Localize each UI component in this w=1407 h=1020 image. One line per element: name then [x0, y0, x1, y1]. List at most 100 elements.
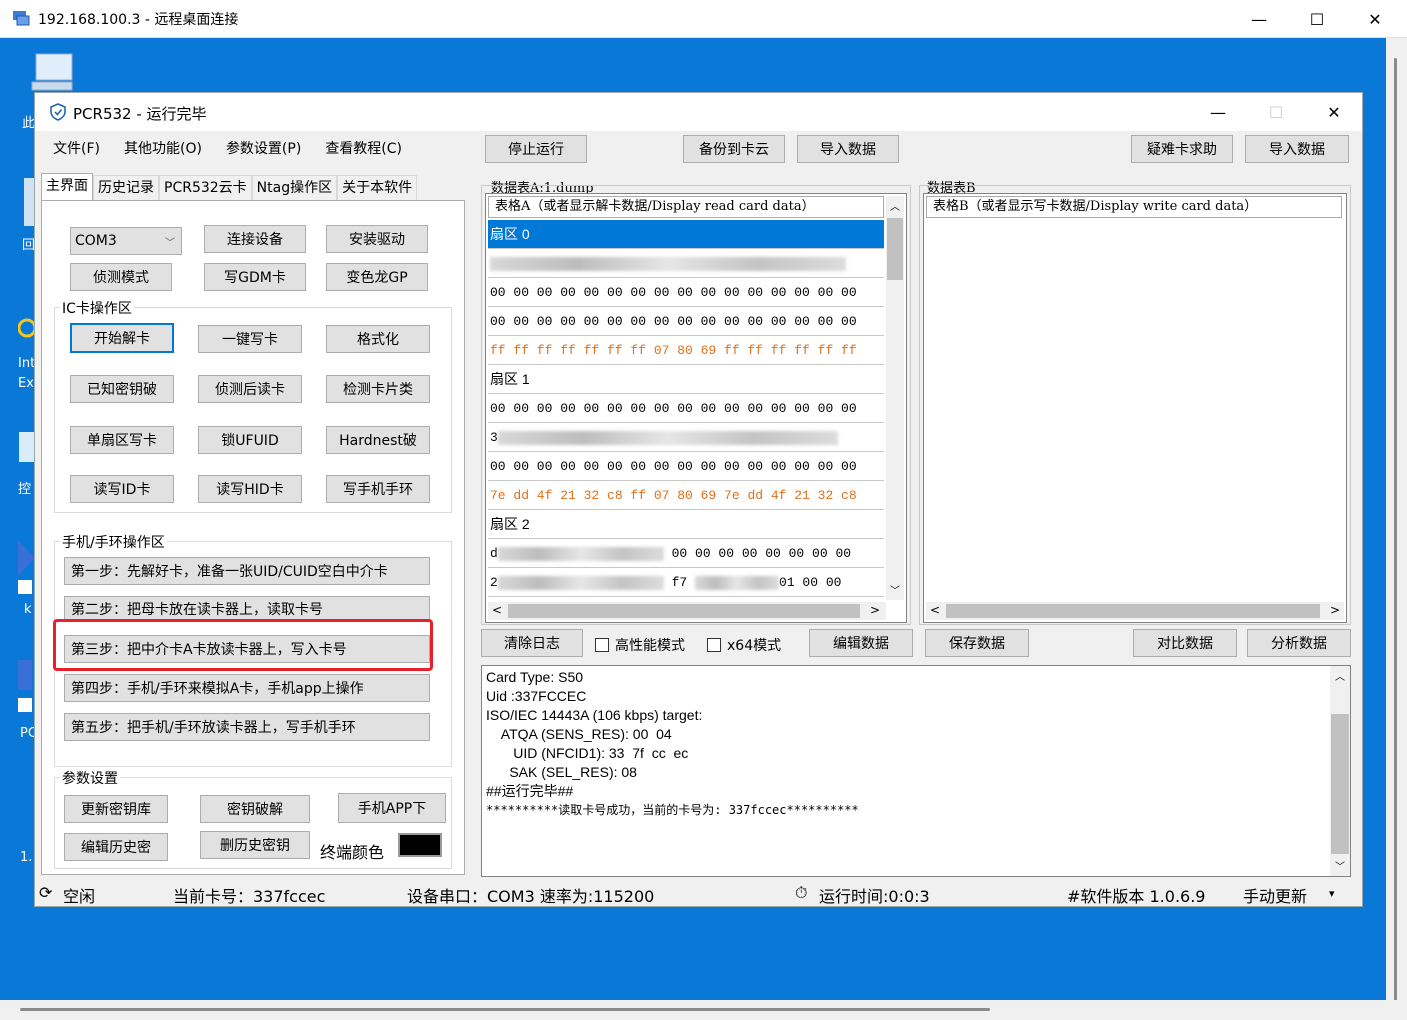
manual-update-button[interactable]: 手动更新: [1243, 883, 1307, 907]
terminal-color-swatch[interactable]: [398, 833, 442, 857]
rdp-vertical-scrollbar[interactable]: [1386, 38, 1407, 1020]
start-decode-button[interactable]: 开始解卡: [70, 323, 174, 353]
table-a-row[interactable]: 3: [488, 423, 884, 452]
table-a-row[interactable]: 扇区 0: [488, 220, 884, 249]
tab-pcr532-cloud[interactable]: PCR532云卡: [159, 175, 252, 201]
table-a-row[interactable]: 2 f7 01 00 00: [488, 568, 884, 597]
table-a-row[interactable]: 扇区 1: [488, 365, 884, 394]
difficult-card-help-button[interactable]: 疑难卡求助: [1131, 135, 1233, 163]
detect-mode-button[interactable]: 侦测模式: [70, 263, 172, 291]
log-line: Uid :337FCCEC: [486, 688, 587, 704]
edit-data-button[interactable]: 编辑数据: [809, 629, 913, 657]
desktop-icon-label[interactable]: Int: [18, 356, 35, 371]
log-output[interactable]: Card Type: S50 Uid :337FCCEC ISO/IEC 144…: [481, 665, 1351, 877]
edit-history-keys-button[interactable]: 编辑历史密: [64, 833, 168, 861]
one-click-write-button[interactable]: 一键写卡: [198, 325, 302, 353]
main-tabs: 主界面 历史记录 PCR532云卡 Ntag操作区 关于本软件: [41, 173, 418, 201]
menu-view-tutorial[interactable]: 查看教程(C): [313, 131, 414, 167]
checkbox-box[interactable]: [595, 638, 609, 652]
save-data-button[interactable]: 保存数据: [925, 629, 1029, 657]
table-a[interactable]: 表格A（或者显示解卡数据/Display read card data） 扇区 …: [485, 193, 907, 623]
install-driver-button[interactable]: 安装驱动: [326, 225, 428, 253]
connect-device-button[interactable]: 连接设备: [204, 225, 306, 253]
tab-ntag[interactable]: Ntag操作区: [251, 175, 338, 201]
desktop-icon-label[interactable]: 控: [18, 478, 31, 497]
table-b-horizontal-scrollbar[interactable]: < >: [926, 602, 1344, 620]
tab-about[interactable]: 关于本软件: [337, 175, 418, 201]
desktop-icon-label[interactable]: Ex: [18, 376, 34, 391]
high-performance-checkbox[interactable]: 高性能模式: [595, 635, 685, 655]
rdp-minimize-button[interactable]: —: [1230, 0, 1288, 38]
terminal-color-label: 终端颜色: [320, 843, 385, 862]
rdp-horizontal-scrollbar[interactable]: [0, 1000, 1407, 1020]
backup-to-cloud-button[interactable]: 备份到卡云: [683, 135, 785, 163]
desktop-icon-label[interactable]: 1.: [20, 850, 32, 865]
step-5-button[interactable]: 第五步：把手机/手环放读卡器上，写手机手环: [64, 713, 430, 741]
stopwatch-icon: ⏱: [795, 883, 808, 902]
menu-parameter-settings[interactable]: 参数设置(P): [214, 131, 313, 167]
compare-data-button[interactable]: 对比数据: [1133, 629, 1237, 657]
pc-shortcut-icon[interactable]: [16, 658, 36, 718]
status-runtime: 运行时间:0:0:3: [819, 887, 930, 906]
write-gdm-card-button[interactable]: 写GDM卡: [204, 263, 306, 291]
rdp-window-title: 192.168.100.3 - 远程桌面连接: [38, 12, 239, 28]
step-1-button[interactable]: 第一步：先解好卡，准备一张UID/CUID空白中介卡: [64, 557, 430, 585]
table-a-row[interactable]: [488, 249, 884, 278]
chameleon-gp-button[interactable]: 变色龙GP: [326, 263, 428, 291]
table-a-row[interactable]: 00 00 00 00 00 00 00 00 00 00 00 00 00 0…: [488, 307, 884, 336]
app-maximize-button[interactable]: ☐: [1247, 93, 1305, 131]
com-port-select[interactable]: COM3 ﹀: [70, 227, 182, 255]
computer-icon[interactable]: [30, 50, 76, 94]
x64-mode-checkbox[interactable]: x64模式: [707, 635, 781, 655]
rdp-titlebar: 192.168.100.3 - 远程桌面连接 — ☐ ✕: [0, 0, 1407, 38]
read-write-hid-card-button[interactable]: 读写HID卡: [198, 475, 302, 503]
table-a-row[interactable]: 7e dd 4f 21 32 c8 ff 07 80 69 7e dd 4f 2…: [488, 481, 884, 510]
rdp-maximize-button[interactable]: ☐: [1288, 0, 1346, 38]
tab-history[interactable]: 历史记录: [93, 175, 159, 201]
rdp-close-button[interactable]: ✕: [1346, 0, 1404, 38]
main-tab-panel: COM3 ﹀ 连接设备 安装驱动 侦测模式 写GDM卡 变色龙GP IC卡操作区…: [41, 200, 465, 875]
write-phone-bracelet-button[interactable]: 写手机手环: [326, 475, 430, 503]
step-2-button[interactable]: 第二步：把母卡放在读卡器上，读取卡号: [64, 596, 430, 620]
table-b[interactable]: 表格B（或者显示写卡数据/Display write card data） < …: [923, 193, 1347, 623]
table-a-row[interactable]: 扇区 2: [488, 510, 884, 539]
read-write-id-card-button[interactable]: 读写ID卡: [70, 475, 174, 503]
app-shortcut-icon[interactable]: [16, 538, 36, 598]
table-a-row[interactable]: 00 00 00 00 00 00 00 00 00 00 00 00 00 0…: [488, 452, 884, 481]
tab-main[interactable]: 主界面: [41, 173, 93, 201]
lock-ufuid-button[interactable]: 锁UFUID: [198, 426, 302, 454]
detect-card-type-button[interactable]: 检测卡片类: [326, 375, 430, 403]
table-a-row[interactable]: 00 00 00 00 00 00 00 00 00 00 00 00 00 0…: [488, 394, 884, 423]
single-sector-write-button[interactable]: 单扇区写卡: [70, 426, 174, 454]
phone-app-download-button[interactable]: 手机APP下: [338, 793, 446, 823]
checkbox-box[interactable]: [707, 638, 721, 652]
key-crack-button[interactable]: 密钥破解: [200, 795, 310, 823]
table-a-vertical-scrollbar[interactable]: ︿ ﹀: [886, 196, 904, 600]
detect-then-read-button[interactable]: 侦测后读卡: [198, 375, 302, 403]
known-key-crack-button[interactable]: 已知密钥破: [70, 375, 174, 403]
menu-other-functions[interactable]: 其他功能(O): [112, 131, 214, 167]
import-data-button-2[interactable]: 导入数据: [1245, 135, 1349, 163]
table-a-horizontal-scrollbar[interactable]: < >: [488, 602, 886, 620]
table-a-row[interactable]: ff ff ff ff ff ff ff 07 80 69 ff ff ff f…: [488, 336, 884, 365]
pcr532-window: PCR532 - 运行完毕 — ☐ ✕ 文件(F) 其他功能(O) 参数设置(P…: [34, 92, 1363, 907]
hardnested-crack-button[interactable]: Hardnest破: [326, 426, 430, 454]
step-4-button[interactable]: 第四步：手机/手环来模拟A卡，手机app上操作: [64, 674, 430, 702]
update-key-library-button[interactable]: 更新密钥库: [64, 795, 168, 823]
log-vertical-scrollbar[interactable]: ︿ ﹀: [1330, 666, 1350, 876]
menu-file[interactable]: 文件(F): [41, 131, 112, 167]
app-close-button[interactable]: ✕: [1305, 93, 1363, 131]
table-a-row[interactable]: 00 00 00 00 00 00 00 00 00 00 00 00 00 0…: [488, 278, 884, 307]
clear-log-button[interactable]: 清除日志: [481, 629, 583, 657]
shield-icon: [50, 103, 66, 121]
highlight-annotation: [53, 619, 433, 671]
format-button[interactable]: 格式化: [326, 325, 430, 353]
dropdown-arrow-icon[interactable]: ▾: [1329, 887, 1335, 900]
app-minimize-button[interactable]: —: [1189, 93, 1247, 131]
stop-run-button[interactable]: 停止运行: [485, 135, 587, 163]
import-data-button[interactable]: 导入数据: [797, 135, 899, 163]
desktop-icon-label[interactable]: k: [24, 602, 32, 617]
delete-history-keys-button[interactable]: 删历史密钥: [200, 831, 310, 859]
table-a-row[interactable]: d 00 00 00 00 00 00 00 00: [488, 539, 884, 568]
analyze-data-button[interactable]: 分析数据: [1247, 629, 1351, 657]
